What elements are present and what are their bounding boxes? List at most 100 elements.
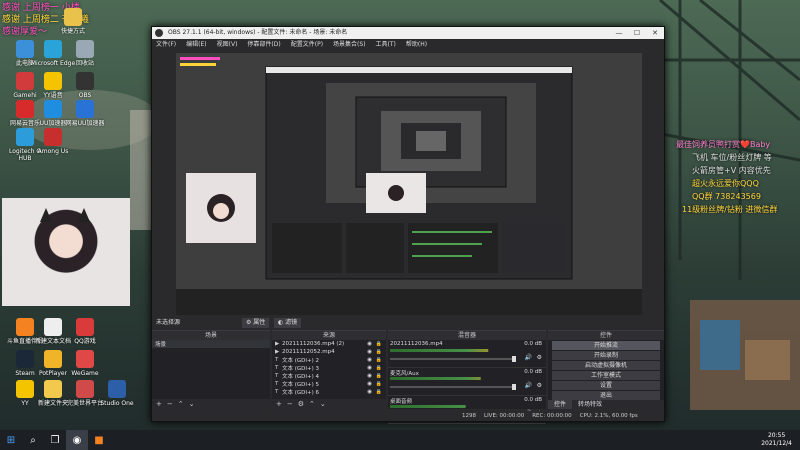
volume-slider[interactable] [390, 384, 516, 390]
desktop-icon-label: Studio One [100, 400, 134, 407]
studio-mode-button[interactable]: 工作室模式 [552, 371, 660, 380]
channel-name: 麦克风/Aux [390, 371, 419, 377]
desktop-icon-label: WeGame [71, 370, 99, 377]
source-item[interactable]: T 文本 (GDI+) 6 ◉ 🔒 [272, 388, 386, 396]
exit-button[interactable]: 退出 [552, 391, 660, 400]
add-icon[interactable]: + [276, 400, 282, 408]
visibility-eye-icon[interactable]: ◉ [367, 349, 372, 355]
rec-timer: REC: 00:00:00 [532, 413, 572, 419]
settings-button[interactable]: 设置 [552, 381, 660, 390]
desktop-icon[interactable]: OBS [62, 72, 108, 99]
desktop-icon[interactable]: WeGame [62, 350, 108, 377]
maximize-icon[interactable]: ☐ [628, 27, 646, 39]
add-icon[interactable]: + [156, 400, 162, 408]
source-name: 文本 (GDI+) 6 [282, 390, 320, 396]
speaker-icon[interactable]: 🔊 [525, 354, 532, 361]
gift-overlay-title: 最佳饲养员鸭打赏❤️Baby [676, 140, 771, 149]
source-item[interactable]: T 文本 (GDI+) 5 ◉ 🔒 [272, 380, 386, 388]
start-recording-button[interactable]: 开始录制 [552, 351, 660, 360]
menu-tools[interactable]: 工具(T) [376, 39, 396, 50]
lock-icon[interactable]: 🔒 [376, 365, 382, 371]
menu-view[interactable]: 视图(V) [217, 39, 238, 50]
tab-transitions[interactable]: 转场特效 [572, 400, 608, 409]
menu-docks[interactable]: 停靠部件(D) [247, 39, 280, 50]
source-props-bar: 未选择源 ⚙ 属性 ◐ 滤镜 [152, 318, 664, 328]
lock-icon[interactable]: 🔒 [376, 373, 382, 379]
visibility-eye-icon[interactable]: ◉ [367, 357, 372, 363]
volume-knob[interactable] [512, 356, 516, 362]
visibility-eye-icon[interactable]: ◉ [367, 381, 372, 387]
visibility-eye-icon[interactable]: ◉ [367, 373, 372, 379]
filters-button[interactable]: ◐ 滤镜 [274, 318, 302, 328]
minimize-icon[interactable]: — [610, 27, 628, 39]
gear-icon[interactable]: ⚙ [298, 400, 304, 408]
source-item[interactable]: T 文本 (GDI+) 3 ◉ 🔒 [272, 364, 386, 372]
remove-icon[interactable]: − [287, 400, 293, 408]
wegame-icon [76, 350, 94, 368]
obs-preview[interactable] [176, 53, 642, 315]
desktop-icon-label: 网易UU加速器 [65, 120, 105, 127]
chevron-down-icon[interactable]: ⌄ [189, 400, 195, 408]
audio-level-meter [390, 405, 466, 408]
media-source-icon: ▶ [275, 349, 280, 355]
menu-edit[interactable]: 编辑(E) [186, 39, 206, 50]
clock-time: 20:55 [767, 432, 786, 439]
chevron-down-icon[interactable]: ⌄ [320, 400, 326, 408]
volume-knob[interactable] [512, 384, 516, 390]
visibility-eye-icon[interactable]: ◉ [367, 341, 372, 347]
taskbar-obs-icon[interactable]: ◉ [66, 430, 88, 450]
menu-file[interactable]: 文件(F) [156, 39, 176, 50]
lock-icon[interactable]: 🔒 [376, 381, 382, 387]
taskbar-clock[interactable]: 20:55 2021/12/4 [761, 432, 792, 448]
source-name: 文本 (GDI+) 2 [282, 358, 320, 364]
windows-start-icon[interactable]: ⊞ [0, 430, 22, 450]
speaker-icon[interactable]: 🔊 [525, 382, 532, 389]
gear-icon[interactable]: ⚙ [537, 354, 542, 361]
source-item[interactable]: ▶ 20211112052.mp4 ◉ 🔒 [272, 348, 386, 356]
gear-icon[interactable]: ⚙ [537, 382, 542, 389]
desktop-icon[interactable]: 快捷方式 [50, 8, 96, 35]
desktop-icon[interactable]: 回收站 [62, 40, 108, 67]
task-view-icon[interactable]: ❐ [44, 430, 66, 450]
recycle-bin-icon [76, 40, 94, 58]
mixer-channel: 麦克风/Aux 0.0 dB 🔊 ⚙ [388, 368, 546, 396]
start-virtual-camera-button[interactable]: 启动虚拟摄像机 [552, 361, 660, 370]
menu-scene-collection[interactable]: 场景集合(S) [333, 39, 366, 50]
menu-profile[interactable]: 配置文件(P) [291, 39, 323, 50]
lock-icon[interactable]: 🔒 [376, 349, 382, 355]
remove-icon[interactable]: − [167, 400, 173, 408]
search-icon[interactable]: ⌕ [22, 430, 44, 450]
source-item[interactable]: T 文本 (GDI+) 2 ◉ 🔒 [272, 356, 386, 364]
gift-line: QQ群 738243569 [692, 192, 761, 201]
obs-titlebar[interactable]: OBS 27.1.1 (64-bit, windows) - 配置文件: 未命名… [152, 27, 664, 39]
chevron-up-icon[interactable]: ⌃ [178, 400, 184, 408]
source-item[interactable]: T 文本 (GDI+) 4 ◉ 🔒 [272, 372, 386, 380]
lock-icon[interactable]: 🔒 [376, 341, 382, 347]
desktop-icon[interactable]: QQ游戏 [62, 318, 108, 345]
desktop-icon[interactable]: 网易UU加速器 [62, 100, 108, 127]
channel-name: 20211112036.mp4 [390, 341, 443, 347]
tab-controls[interactable]: 控件 [548, 400, 573, 409]
yy-icon [44, 72, 62, 90]
scene-item[interactable]: 场景 [152, 340, 270, 348]
visibility-eye-icon[interactable]: ◉ [367, 389, 372, 395]
properties-button[interactable]: ⚙ 属性 [242, 318, 270, 328]
mixer-panel: 混音器 20211112036.mp4 0.0 dB 🔊 ⚙ 麦克风/Aux 0.0 dB… [388, 330, 546, 424]
desktop-icon[interactable]: Studio One [94, 380, 140, 407]
menu-help[interactable]: 帮助(H) [406, 39, 427, 50]
source-item[interactable]: ▶ 20211112036.mp4 (2) ◉ 🔒 [272, 340, 386, 348]
scenes-header: 场景 [152, 331, 270, 340]
desktop-icon[interactable]: Among Us [30, 128, 76, 155]
start-streaming-button[interactable]: 开始推流 [552, 341, 660, 350]
close-icon[interactable]: ✕ [646, 27, 664, 39]
lock-icon[interactable]: 🔒 [376, 389, 382, 395]
volume-slider[interactable] [390, 356, 516, 362]
scenes-toolbar: + − ⌃ ⌄ [152, 399, 270, 409]
visibility-eye-icon[interactable]: ◉ [367, 365, 372, 371]
taskbar-douyu-icon[interactable]: ■ [88, 430, 110, 450]
audio-level-meter [390, 349, 489, 352]
taskbar: ⊞ ⌕ ❐ ◉ ■ 20:55 2021/12/4 [0, 430, 800, 450]
obs-menubar: 文件(F) 编辑(E) 视图(V) 停靠部件(D) 配置文件(P) 场景集合(S… [152, 39, 664, 50]
chevron-up-icon[interactable]: ⌃ [309, 400, 315, 408]
lock-icon[interactable]: 🔒 [376, 357, 382, 363]
